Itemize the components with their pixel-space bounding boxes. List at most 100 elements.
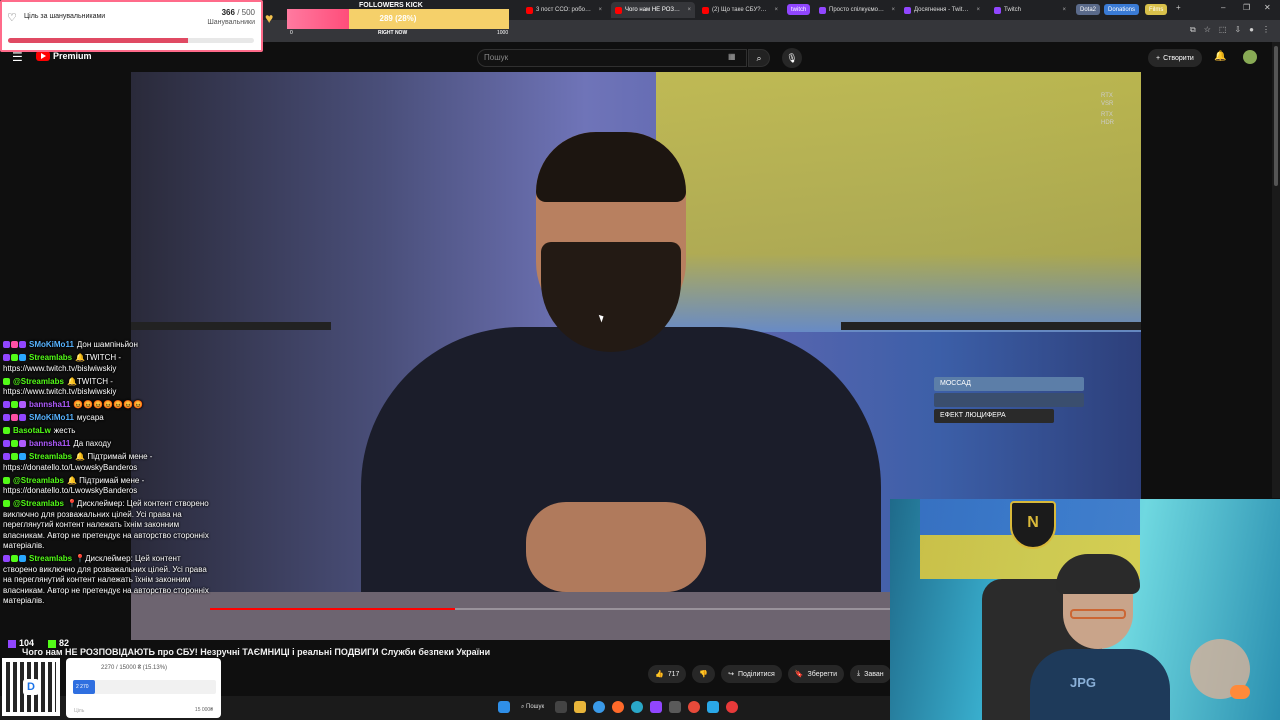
tab-group-pill[interactable]: Films <box>1145 4 1168 15</box>
book: ЕФЕКТ ЛЮЦИФЕРА <box>934 409 1054 423</box>
bookmark-icon: 🔖 <box>794 671 804 678</box>
taskbar-icons: ⌕ Пошук <box>498 701 739 713</box>
tab-group-pill[interactable]: twitch <box>787 4 811 15</box>
follower-goal-widget: ♡ Ціль за шанувальниками 366 / 500 Шанув… <box>0 0 263 52</box>
video-progress-bar[interactable] <box>210 608 890 610</box>
obs-icon[interactable] <box>726 701 739 713</box>
browser-tab[interactable]: Чого нам НЕ РОЗ… × <box>611 2 695 18</box>
download-button[interactable]: ⤓ Заван <box>850 665 891 683</box>
search-button[interactable]: ⌕ <box>748 49 770 67</box>
browser-tab[interactable]: 3 пост ССО: робо… × <box>522 2 606 18</box>
tab-label: Просто спілкуємо… <box>829 7 884 13</box>
chrome-icon[interactable] <box>688 701 701 713</box>
tab-group-pill[interactable]: Donations <box>1104 4 1140 15</box>
chat-badge-icon <box>19 453 26 461</box>
chat-username: @Streamlabs <box>13 475 64 485</box>
extensions-icon[interactable]: ⬚ <box>1219 25 1227 35</box>
chat-text: мусара <box>76 413 104 422</box>
keyboard-icon[interactable]: ▦ <box>728 52 736 61</box>
edge-browser-icon[interactable] <box>593 701 606 713</box>
new-tab-icon[interactable]: + <box>1176 3 1181 12</box>
downloads-icon[interactable]: ⇩ <box>1234 25 1241 35</box>
taskbar-search[interactable]: ⌕ Пошук <box>517 704 548 711</box>
chat-message: @Streamlabs 📍Дисклеймер: Цей контент ство… <box>3 499 213 552</box>
chat-badge-icon <box>19 414 26 422</box>
tab-label: 3 пост ССО: робо… <box>536 7 591 13</box>
tab-label: Twitch <box>1004 7 1022 13</box>
download-icon: ⤓ <box>857 670 861 677</box>
chat-username: BasotaLw <box>13 426 51 435</box>
twitch-app-icon[interactable] <box>650 701 663 713</box>
tab-close-icon[interactable]: × <box>683 7 691 13</box>
chat-username: bannsha11 <box>29 400 71 409</box>
create-button[interactable]: + Створити <box>1148 49 1202 67</box>
share-button[interactable]: ↪ Поділитися <box>721 665 782 683</box>
chat-text: жесть <box>53 426 76 435</box>
chat-badge-icon <box>3 341 10 349</box>
rtx-overlay: RTX VSR RTX HDR <box>1101 93 1114 126</box>
app-icon[interactable] <box>631 701 644 713</box>
wall-emblem: N <box>1010 501 1056 549</box>
file-explorer-icon[interactable] <box>574 701 587 713</box>
chat-badge-icon <box>3 555 10 563</box>
chat-username: bannsha11 <box>29 439 71 448</box>
scrollbar-thumb[interactable] <box>1274 46 1278 186</box>
tab-close-icon[interactable]: × <box>770 7 778 13</box>
chat-badge-icon <box>19 401 26 409</box>
chat-message: SMoKiMo11 мусара <box>3 413 213 424</box>
minimize-icon[interactable]: – <box>1221 3 1225 12</box>
browser-tab[interactable]: Просто спілкуємо… × <box>815 2 899 18</box>
tab-close-icon[interactable]: × <box>972 7 980 13</box>
goal-progress-fill <box>8 38 189 43</box>
chat-badge-icon <box>11 453 18 461</box>
windows-start-icon[interactable] <box>498 701 510 713</box>
tab-close-icon[interactable]: × <box>1058 7 1066 13</box>
chat-badge-icon <box>11 401 18 409</box>
avatar[interactable] <box>1243 50 1257 64</box>
firefox-icon[interactable] <box>612 701 625 713</box>
browser-tab[interactable]: (2) Що таке СБУ?… × <box>698 2 782 18</box>
tab-close-icon[interactable]: × <box>594 7 602 13</box>
bookmark-star-icon[interactable]: ☆ <box>1204 25 1211 35</box>
chat-badge-icon <box>3 414 10 422</box>
browser-toolbar-icons: ⧉ ☆ ⬚ ⇩ ● ⋮ <box>1190 25 1270 35</box>
tab-favicon-icon <box>526 6 533 14</box>
chat-badge-icon <box>19 440 26 448</box>
like-button[interactable]: 👍 717 <box>648 665 687 683</box>
browser-menu-icon[interactable]: ⋮ <box>1262 25 1270 35</box>
save-button[interactable]: 🔖 Зберегти <box>787 665 845 683</box>
task-view-icon[interactable] <box>555 701 568 713</box>
telegram-icon[interactable] <box>707 701 720 713</box>
maximize-icon[interactable]: ❐ <box>1243 3 1250 12</box>
app-icon[interactable] <box>669 701 682 713</box>
tab-favicon-icon <box>819 6 826 14</box>
presenter-hair <box>536 132 686 202</box>
translate-icon[interactable]: ⧉ <box>1190 25 1196 35</box>
tab-close-icon[interactable]: × <box>887 7 895 13</box>
heart-icon: ♥ <box>265 10 274 26</box>
chat-message: SMoKiMo11 Дон шампіньйон <box>3 340 213 351</box>
chat-text: Да паходу <box>73 439 112 448</box>
hamburger-menu-icon[interactable]: ☰ <box>12 50 23 64</box>
voice-search-button[interactable]: 🎙 <box>782 48 802 68</box>
search-input[interactable]: Пошук <box>477 49 747 67</box>
goal-sublabel: Шанувальники <box>207 19 255 26</box>
close-window-icon[interactable]: ✕ <box>1264 3 1271 12</box>
browser-tab[interactable]: Досягнення - Twit… × <box>900 2 984 18</box>
chat-message: @Streamlabs 🔔TWITCH - https://www.twitch.… <box>3 377 213 398</box>
tab-favicon-icon <box>904 6 911 14</box>
chat-message: Streamlabs 📍Дисклеймер: Цей контент створ… <box>3 554 213 607</box>
profile-icon[interactable]: ● <box>1249 25 1254 35</box>
dislike-button[interactable]: 👎 <box>692 665 716 683</box>
webcam-overlay: N JPG <box>890 499 1280 720</box>
chat-message: Streamlabs 🔔 Підтримай мене - https://don… <box>3 452 213 473</box>
browser-tab[interactable]: Twitch × <box>990 2 1070 18</box>
book-stack: МОССАД ЕФЕКТ ЛЮЦИФЕРА <box>934 377 1114 457</box>
youtube-logo[interactable]: Premium <box>36 51 92 61</box>
create-label: Створити <box>1163 54 1194 62</box>
chat-username: Streamlabs <box>29 452 73 461</box>
shirt-print: JPG <box>1070 675 1097 690</box>
notifications-bell-icon[interactable]: 🔔 <box>1214 51 1226 62</box>
tab-group-pill[interactable]: Dota2 <box>1076 4 1101 15</box>
chat-badge-icon <box>3 427 10 435</box>
